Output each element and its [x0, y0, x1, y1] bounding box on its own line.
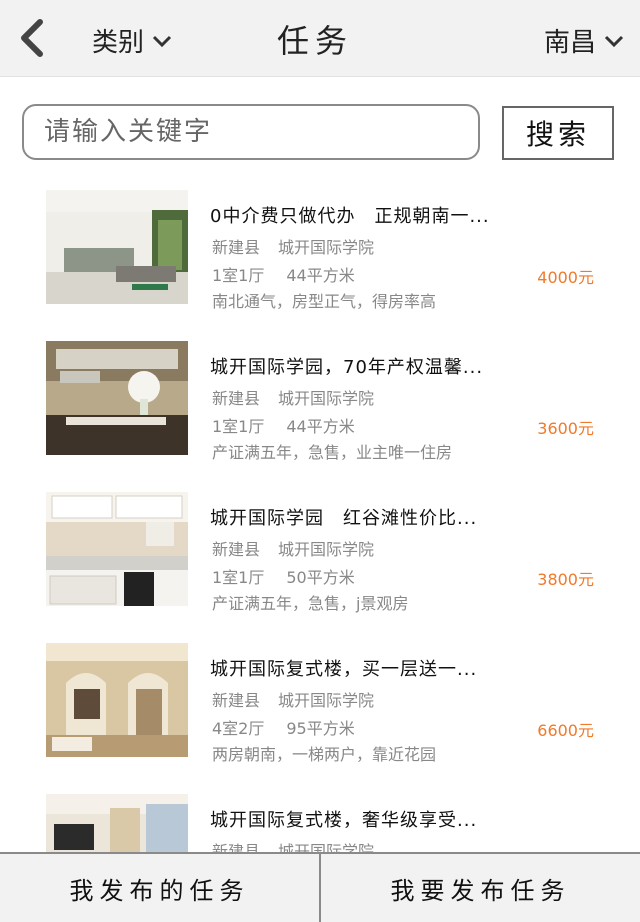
listing-price: 3800元 [537, 570, 594, 589]
list-item[interactable]: 城开国际学园 红谷滩性价比... 新建县 城开国际学院 1室1厅 50平方米 380… [0, 484, 640, 635]
listing-photo [46, 190, 188, 304]
category-label: 类别 [92, 28, 145, 58]
listing-location: 新建县 城开国际学院 [212, 540, 375, 559]
listing-title: 0中介费只做代办 正规朝南一... [210, 206, 490, 227]
listing-price: 4000元 [537, 268, 594, 287]
city-dropdown[interactable]: 南昌 [544, 22, 624, 59]
listing-location: 新建县 城开国际学院 [212, 842, 375, 852]
chevron-down-icon [604, 35, 624, 47]
listing-specs: 4室2厅 95平方米 [212, 719, 355, 738]
listing-list: 0中介费只做代办 正规朝南一... 新建县 城开国际学院 1室1厅 44平方米 40… [0, 182, 640, 852]
top-bar: 类别 任务 南昌 [0, 0, 640, 77]
listing-description: 产证满五年，急售，业主唯一住房 [212, 443, 453, 462]
bottom-bar: 我发布的任务 我要发布任务 [0, 852, 640, 922]
listing-specs: 1室1厅 50平方米 [212, 568, 355, 587]
listing-title: 城开国际复式楼，买一层送一... [210, 659, 478, 680]
chevron-down-icon [152, 35, 172, 47]
listing-specs: 1室1厅 44平方米 [212, 417, 355, 436]
listing-description: 南北通气，房型正气，得房率高 [212, 292, 437, 311]
back-arrow-icon[interactable] [14, 18, 50, 58]
list-item[interactable]: 0中介费只做代办 正规朝南一... 新建县 城开国际学院 1室1厅 44平方米 40… [0, 182, 640, 333]
listing-location: 新建县 城开国际学院 [212, 691, 375, 710]
listing-specs: 1室1厅 44平方米 [212, 266, 355, 285]
listing-description: 两房朝南，一梯两户，靠近花园 [212, 745, 437, 764]
search-input[interactable] [24, 106, 478, 158]
listing-location: 新建县 城开国际学院 [212, 238, 375, 257]
list-item[interactable]: 城开国际学园，70年产权温馨... 新建县 城开国际学院 1室1厅 44平方米 36… [0, 333, 640, 484]
list-item[interactable]: 城开国际复式楼，奢华级享受... 新建县 城开国际学院 [0, 786, 640, 852]
city-label: 南昌 [543, 28, 596, 58]
listing-photo [46, 643, 188, 757]
listing-photo [46, 492, 188, 606]
listing-photo [46, 794, 188, 852]
listing-description: 产证满五年，急售，j景观房 [212, 594, 409, 613]
listing-title: 城开国际学园，70年产权温馨... [210, 357, 484, 378]
search-button[interactable]: 搜索 [502, 106, 614, 160]
listing-price: 6600元 [537, 721, 594, 740]
listing-title: 城开国际复式楼，奢华级享受... [210, 810, 478, 831]
listing-location: 新建县 城开国际学院 [212, 389, 375, 408]
my-posted-tasks-button[interactable]: 我发布的任务 [0, 854, 321, 922]
list-item[interactable]: 城开国际复式楼，买一层送一... 新建县 城开国际学院 4室2厅 95平方米 660… [0, 635, 640, 786]
listing-title: 城开国际学园 红谷滩性价比... [210, 508, 478, 529]
category-dropdown[interactable]: 类别 [92, 22, 172, 59]
search-box [22, 104, 480, 160]
listing-price: 3600元 [537, 419, 594, 438]
listing-photo [46, 341, 188, 455]
publish-task-button[interactable]: 我要发布任务 [321, 854, 640, 922]
